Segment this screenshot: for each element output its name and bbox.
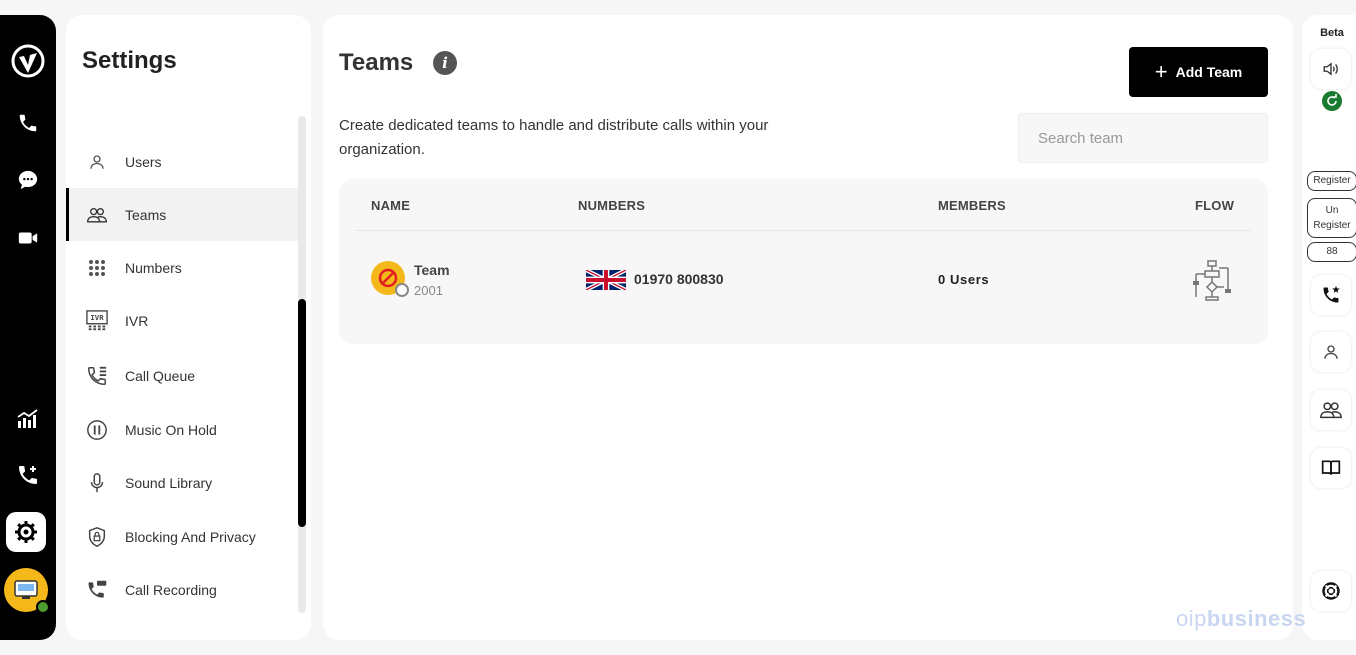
column-header-name: NAME — [371, 198, 411, 213]
info-icon[interactable]: i — [433, 51, 457, 75]
phonebook-button[interactable] — [1311, 448, 1351, 488]
sidebar-item-ivr[interactable]: IVR IVR — [66, 294, 298, 347]
table-divider — [355, 230, 1251, 231]
sidebar-item-label: Sound Library — [125, 474, 213, 491]
analytics-icon[interactable] — [0, 399, 56, 439]
presence-indicator — [395, 283, 409, 297]
column-header-members: MEMBERS — [938, 198, 1006, 213]
pause-icon — [86, 419, 108, 441]
user-icon — [1324, 345, 1338, 359]
avatar[interactable] — [4, 568, 50, 614]
page-title: Teams — [339, 49, 414, 76]
team-extension: 2001 — [414, 283, 443, 298]
lifebuoy-icon — [1322, 582, 1340, 600]
sidebar-item-call-recording[interactable]: Call Recording — [66, 563, 298, 616]
sidebar-item-users[interactable]: Users — [66, 135, 298, 188]
group-button[interactable] — [1311, 390, 1351, 430]
support-button[interactable] — [1311, 571, 1351, 611]
page-description: Create dedicated teams to handle and dis… — [339, 117, 769, 158]
speaker-button[interactable] — [1311, 49, 1351, 89]
sidebar-item-call-queue[interactable]: Call Queue — [66, 349, 298, 402]
main-panel: Teams i Create dedicated teams to handle… — [323, 15, 1293, 640]
add-team-label: Add Team — [1175, 64, 1243, 80]
teams-table: NAME NUMBERS MEMBERS FLOW Team 2001 0197… — [339, 179, 1268, 344]
register-button[interactable]: Register — [1307, 171, 1356, 191]
unregister-button[interactable]: Un Register — [1307, 198, 1356, 238]
watermark-prefix: oip — [1176, 606, 1207, 631]
logo-icon[interactable] — [0, 41, 56, 81]
column-header-numbers: NUMBERS — [578, 198, 646, 213]
watermark: oipbusiness — [1176, 606, 1306, 632]
online-status-icon — [36, 600, 50, 614]
team-icon — [1320, 402, 1342, 419]
sidebar-item-label: Numbers — [125, 259, 182, 276]
add-team-button[interactable]: + Add Team — [1129, 47, 1268, 97]
sidebar-item-numbers[interactable]: Numbers — [66, 241, 298, 294]
user-icon — [86, 151, 108, 173]
search-team-input[interactable] — [1018, 113, 1268, 163]
sidebar-item-label: IVR — [125, 312, 149, 329]
sidebar-item-label: Users — [125, 153, 162, 170]
ivr-icon: IVR — [86, 309, 108, 332]
chat-icon[interactable] — [0, 160, 56, 200]
team-number: 01970 800830 — [634, 271, 724, 287]
phone-icon[interactable] — [0, 103, 56, 143]
team-status-icon — [371, 261, 409, 297]
sidebar-scrollbar-thumb[interactable] — [298, 299, 306, 527]
team-icon — [86, 204, 108, 226]
watermark-suffix: business — [1206, 606, 1307, 631]
sidebar-item-sound-library[interactable]: Sound Library — [66, 456, 298, 509]
count-badge: 88 — [1307, 242, 1356, 262]
sidebar-item-music-on-hold[interactable]: Music On Hold — [66, 403, 298, 456]
gear-icon[interactable] — [6, 512, 46, 552]
sidebar-item-blocking-and-privacy[interactable]: Blocking And Privacy — [66, 510, 298, 563]
sidebar-item-label: Call Queue — [125, 367, 196, 384]
speaker-icon — [1323, 62, 1338, 76]
book-icon — [1321, 460, 1341, 475]
settings-panel: Settings Users Teams Numbers IVR IVR Cal… — [66, 15, 311, 640]
flow-icon[interactable] — [1191, 259, 1233, 301]
sync-icon[interactable] — [1322, 91, 1342, 111]
team-name[interactable]: Team — [414, 262, 450, 278]
right-rail: Beta Register Un Register 88 — [1302, 15, 1356, 640]
sidebar-item-label: Music On Hold — [125, 421, 217, 438]
shield-lock-icon — [86, 526, 108, 548]
favorite-call-button[interactable] — [1311, 275, 1351, 315]
call-queue-icon — [86, 365, 108, 387]
sidebar-item-teams[interactable]: Teams — [66, 188, 298, 241]
sidebar-item-label: Call Recording — [125, 581, 217, 598]
column-header-flow: FLOW — [1195, 198, 1235, 213]
sidebar-item-label: Blocking And Privacy — [125, 528, 256, 545]
contact-button[interactable] — [1311, 332, 1351, 372]
plus-icon: + — [1154, 59, 1168, 84]
sidebar-item-label: Teams — [125, 206, 167, 223]
dialpad-icon — [86, 257, 108, 279]
video-icon[interactable] — [0, 218, 56, 258]
team-members: 0 Users — [938, 272, 990, 287]
call-recording-icon — [86, 579, 108, 601]
beta-label: Beta — [1320, 27, 1344, 39]
svg-text:IVR: IVR — [90, 313, 104, 322]
left-rail — [0, 15, 56, 640]
microphone-icon — [86, 472, 108, 494]
settings-title: Settings — [82, 47, 177, 74]
phone-add-icon[interactable] — [0, 455, 56, 495]
uk-flag-icon — [586, 270, 626, 290]
phone-star-icon — [1323, 285, 1340, 303]
